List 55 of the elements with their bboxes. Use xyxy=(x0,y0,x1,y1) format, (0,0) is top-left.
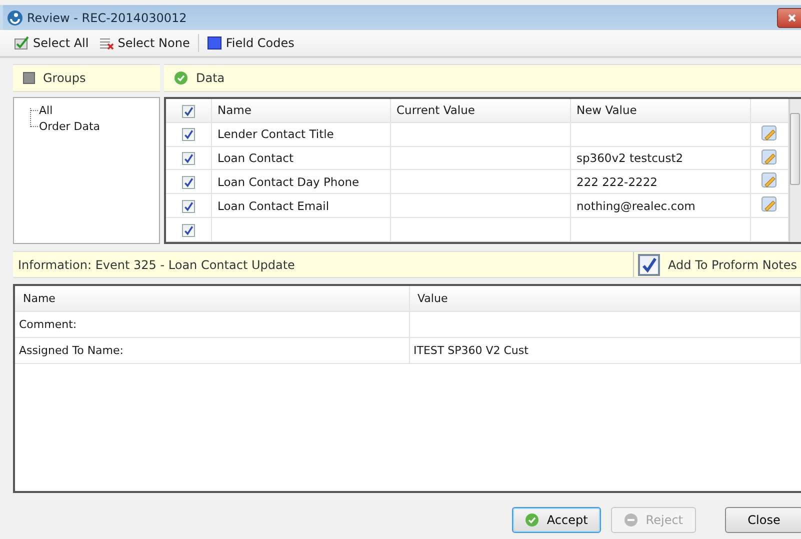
check-mark-icon xyxy=(640,256,658,274)
table-cell: Loan Contact xyxy=(211,146,390,170)
table-cell: Loan Contact Day Phone xyxy=(211,170,390,194)
checkbox[interactable] xyxy=(182,224,195,237)
column-header[interactable]: Name xyxy=(211,99,390,122)
check-mark-icon xyxy=(182,106,194,117)
check-mark-icon xyxy=(182,153,194,164)
checkbox[interactable] xyxy=(638,254,660,276)
select-none-button[interactable]: Select None xyxy=(96,35,192,51)
table-cell: Assigned To Name: xyxy=(15,338,409,364)
check-circle-icon xyxy=(524,513,539,527)
table-cell: nothing@realec.com xyxy=(570,194,750,218)
close-button[interactable]: Close xyxy=(725,507,801,533)
table-cell: sp360v2 testcust2 xyxy=(570,146,750,170)
column-header[interactable]: New Value xyxy=(570,99,750,122)
check-mark-icon xyxy=(182,200,194,212)
table-cell: ITEST SP360 V2 Cust xyxy=(409,338,800,364)
scrollbar[interactable] xyxy=(788,99,800,242)
app-logo-icon xyxy=(7,10,23,26)
check-mark-icon xyxy=(182,224,194,236)
tree-item[interactable]: Order Data xyxy=(39,120,100,132)
pencil-icon[interactable] xyxy=(761,148,777,165)
information-title: Information: Event 325 - Loan Contact Update xyxy=(18,258,296,272)
checkbox[interactable] xyxy=(182,200,195,213)
minus-circle-icon xyxy=(624,513,638,527)
check-mark-icon xyxy=(182,177,194,188)
checkbox[interactable] xyxy=(182,104,195,118)
field-codes-button[interactable]: Field Codes xyxy=(204,35,296,51)
check-mark-icon xyxy=(182,129,194,140)
select-all-button[interactable]: Select All xyxy=(12,35,91,51)
column-header[interactable]: Name xyxy=(15,286,409,312)
groups-header: Groups xyxy=(13,64,160,92)
tree-item[interactable]: All xyxy=(39,104,53,116)
checkbox[interactable] xyxy=(182,152,195,166)
pencil-icon[interactable] xyxy=(761,196,777,212)
checkbox[interactable] xyxy=(182,128,195,142)
square-icon xyxy=(23,72,35,84)
check-list-icon xyxy=(14,35,29,51)
close-window-button[interactable] xyxy=(777,8,801,28)
close-icon xyxy=(787,12,797,22)
square-icon xyxy=(206,35,222,51)
checkbox[interactable] xyxy=(182,176,195,190)
check-circle-icon xyxy=(174,71,188,85)
window-title: Review - REC-2014030012 xyxy=(27,10,188,24)
pencil-icon[interactable] xyxy=(761,172,777,188)
data-header: Data xyxy=(164,64,801,92)
checkbox-label: Add To Proform Notes xyxy=(668,258,797,272)
table-cell: 222 222-2222 xyxy=(570,170,750,194)
accept-button[interactable]: Accept xyxy=(512,507,601,533)
column-header[interactable]: Current Value xyxy=(390,99,570,122)
table-cell: Loan Contact Email xyxy=(211,194,390,218)
column-header[interactable]: Value xyxy=(409,286,800,312)
pencil-icon[interactable] xyxy=(761,124,777,141)
table-cell: Lender Contact Title xyxy=(211,122,390,146)
table-cell: Comment: xyxy=(15,312,409,338)
